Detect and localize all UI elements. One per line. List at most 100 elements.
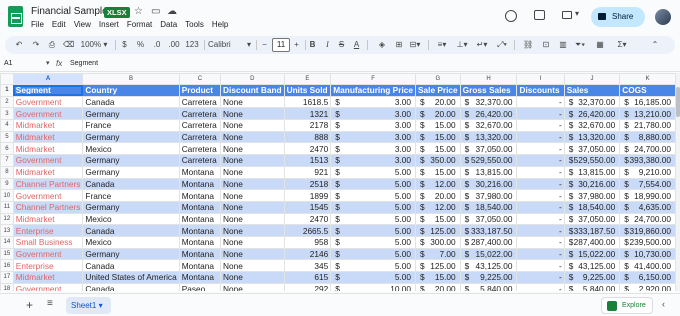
table-cell[interactable]: Government <box>12 189 84 202</box>
table-cell[interactable]: $7,554.00 <box>619 177 676 191</box>
scrollbar-thumb[interactable] <box>676 87 680 117</box>
select-all-corner[interactable] <box>0 73 14 85</box>
header-cell[interactable]: Country <box>82 84 180 97</box>
paint-format-icon[interactable]: ⌫ <box>63 38 74 52</box>
row-header[interactable]: 14 <box>0 235 14 249</box>
table-cell[interactable]: Canada <box>82 224 180 237</box>
table-cell[interactable]: $300.00 <box>414 235 461 249</box>
borders-icon[interactable]: ⊞ <box>394 38 404 52</box>
table-cell[interactable]: $41,400.00 <box>619 259 676 272</box>
table-cell[interactable]: Montana <box>178 224 222 237</box>
table-cell[interactable]: - <box>516 200 565 214</box>
table-cell[interactable]: None <box>220 165 285 179</box>
table-cell[interactable]: Carretera <box>178 154 222 167</box>
table-cell[interactable]: $20.00 <box>414 189 461 202</box>
table-cell[interactable]: $37,050.00 <box>459 212 518 226</box>
table-cell[interactable]: - <box>516 224 565 237</box>
table-cell[interactable]: $20.00 <box>414 282 461 291</box>
table-cell[interactable]: $529,550.00 <box>563 154 621 167</box>
table-cell[interactable]: $32,370.00 <box>459 95 518 109</box>
table-cell[interactable]: Mexico <box>82 142 180 156</box>
table-cell[interactable]: Government <box>12 154 84 167</box>
table-cell[interactable]: None <box>220 235 285 249</box>
horizontal-align-icon[interactable]: ≡▾ <box>435 38 449 52</box>
print-icon[interactable]: ⎙ <box>47 38 57 52</box>
avatar[interactable] <box>655 9 671 25</box>
table-cell[interactable]: $5.00 <box>330 189 416 202</box>
row-header[interactable]: 12 <box>0 212 14 226</box>
table-cell[interactable]: - <box>516 177 565 191</box>
table-cell[interactable]: $10,730.00 <box>619 247 676 261</box>
table-cell[interactable]: France <box>82 119 180 132</box>
table-cell[interactable]: Carretera <box>178 130 222 144</box>
table-cell[interactable]: $5,840.00 <box>459 282 518 291</box>
table-cell[interactable]: 2178 <box>283 119 332 132</box>
table-cell[interactable]: Montana <box>178 200 222 214</box>
table-cell[interactable]: - <box>516 165 565 179</box>
table-cell[interactable]: Montana <box>178 165 222 179</box>
chevron-down-icon[interactable]: ▾ <box>46 59 50 67</box>
table-cell[interactable]: Enterprise <box>12 259 84 272</box>
table-cell[interactable]: $15,022.00 <box>563 247 621 261</box>
table-cell[interactable]: $393,380.00 <box>619 154 676 167</box>
column-header-b[interactable]: B <box>82 73 180 85</box>
table-cell[interactable]: $5.00 <box>330 200 416 214</box>
decrease-decimal-button[interactable]: .0 <box>151 38 163 52</box>
table-cell[interactable]: $15.00 <box>414 165 461 179</box>
table-cell[interactable]: 888 <box>283 130 332 144</box>
document-title[interactable]: Financial Sample <box>31 6 108 17</box>
table-cell[interactable]: $5.00 <box>330 224 416 237</box>
collapse-panel-icon[interactable]: ‹ <box>662 299 665 309</box>
column-header-f[interactable]: F <box>330 73 416 85</box>
table-cell[interactable]: $32,670.00 <box>563 119 621 132</box>
row-header[interactable]: 9 <box>0 177 14 191</box>
table-cell[interactable]: $15.00 <box>414 212 461 226</box>
table-cell[interactable]: $8,880.00 <box>619 130 676 144</box>
table-cell[interactable]: $5.00 <box>330 177 416 191</box>
table-cell[interactable]: $5.00 <box>330 165 416 179</box>
font-size-input[interactable]: 11 <box>272 38 290 52</box>
table-cell[interactable]: $5,840.00 <box>563 282 621 291</box>
text-rotation-icon[interactable]: ⤢▾ <box>495 38 509 52</box>
chevron-down-icon[interactable]: ▾ <box>245 38 253 52</box>
table-cell[interactable]: $5.00 <box>330 212 416 226</box>
fill-color-icon[interactable]: ◈ <box>377 38 387 52</box>
redo-icon[interactable]: ↷ <box>31 38 41 52</box>
table-cell[interactable]: $3.00 <box>330 154 416 167</box>
table-cell[interactable]: $125.00 <box>414 259 461 272</box>
table-cell[interactable]: $26,420.00 <box>563 107 621 121</box>
table-cell[interactable]: None <box>220 212 285 226</box>
table-cell[interactable]: Small Business <box>12 235 84 249</box>
table-cell[interactable]: 2518 <box>283 177 332 191</box>
move-folder-icon[interactable]: ▭ <box>151 6 160 17</box>
table-cell[interactable]: Montana <box>178 235 222 249</box>
share-button[interactable]: Share <box>591 7 645 27</box>
table-cell[interactable]: Canada <box>82 259 180 272</box>
table-cell[interactable]: Midmarket <box>12 119 84 132</box>
row-header[interactable]: 18 <box>0 282 14 291</box>
row-header[interactable]: 3 <box>0 107 14 121</box>
header-cell[interactable]: Discounts <box>516 84 565 97</box>
table-cell[interactable]: Paseo <box>178 282 222 291</box>
meet-icon[interactable] <box>562 11 572 19</box>
vertical-align-icon[interactable]: ⊥▾ <box>455 38 469 52</box>
table-cell[interactable]: Midmarket <box>12 165 84 179</box>
table-cell[interactable]: 345 <box>283 259 332 272</box>
table-cell[interactable]: $12.00 <box>414 200 461 214</box>
column-header-a[interactable]: A <box>12 73 84 85</box>
table-cell[interactable]: None <box>220 224 285 237</box>
column-header-c[interactable]: C <box>178 73 222 85</box>
table-cell[interactable]: Montana <box>178 271 222 284</box>
column-header-h[interactable]: H <box>459 73 518 85</box>
table-cell[interactable]: Germany <box>82 200 180 214</box>
table-cell[interactable]: - <box>516 247 565 261</box>
table-cell[interactable]: 1618.5 <box>283 95 332 109</box>
table-cell[interactable]: $43,125.00 <box>459 259 518 272</box>
table-cell[interactable]: None <box>220 259 285 272</box>
cloud-status-icon[interactable]: ☁ <box>167 6 177 17</box>
table-cell[interactable]: - <box>516 95 565 109</box>
table-cell[interactable]: Mexico <box>82 235 180 249</box>
menu-data[interactable]: Data <box>160 20 177 29</box>
table-cell[interactable]: Germany <box>82 247 180 261</box>
table-cell[interactable]: France <box>82 189 180 202</box>
